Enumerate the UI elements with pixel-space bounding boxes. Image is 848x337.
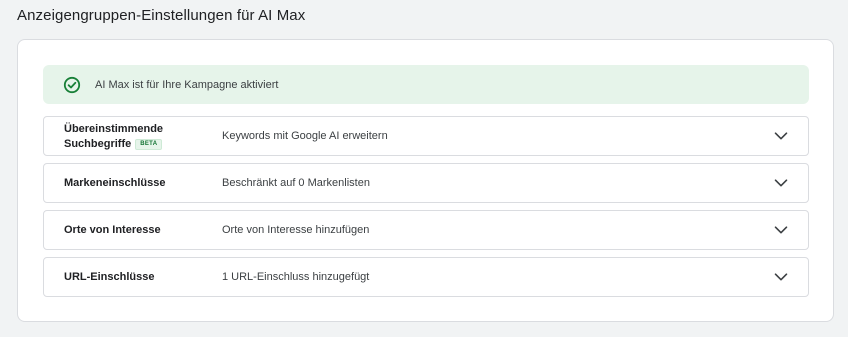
setting-label-line1: Übereinstimmende (64, 123, 164, 135)
check-circle-icon (63, 76, 81, 94)
setting-label-line2: Suchbegriffe (64, 138, 132, 150)
setting-value: Orte von Interesse hinzufügen (222, 224, 370, 236)
chevron-down-icon[interactable] (774, 270, 788, 284)
beta-badge: BETA (135, 139, 163, 150)
settings-card: AI Max ist für Ihre Kampagne aktiviert Ü… (17, 39, 834, 322)
setting-row-matching-search-terms[interactable]: Übereinstimmende Suchbegriffe BETA Keywor… (43, 116, 809, 156)
setting-label: URL-Einschlüsse (64, 271, 155, 283)
setting-row-url-inclusions[interactable]: URL-Einschlüsse 1 URL-Einschluss hinzuge… (43, 257, 809, 297)
page-title: Anzeigengruppen-Einstellungen für AI Max (17, 7, 306, 24)
status-banner-text: AI Max ist für Ihre Kampagne aktiviert (95, 78, 279, 91)
chevron-down-icon[interactable] (774, 176, 788, 190)
setting-row-brand-inclusions[interactable]: Markeneinschlüsse Beschränkt auf 0 Marke… (43, 163, 809, 203)
chevron-down-icon[interactable] (774, 223, 788, 237)
setting-label: Markeneinschlüsse (64, 177, 166, 189)
status-banner: AI Max ist für Ihre Kampagne aktiviert (43, 65, 809, 104)
setting-value: Beschränkt auf 0 Markenlisten (222, 177, 370, 189)
chevron-down-icon[interactable] (774, 129, 788, 143)
setting-label: Orte von Interesse (64, 224, 161, 236)
setting-label: Übereinstimmende Suchbegriffe BETA (64, 122, 204, 152)
setting-value: Keywords mit Google AI erweitern (222, 130, 388, 142)
setting-row-locations-of-interest[interactable]: Orte von Interesse Orte von Interesse hi… (43, 210, 809, 250)
setting-value: 1 URL-Einschluss hinzugefügt (222, 271, 370, 283)
